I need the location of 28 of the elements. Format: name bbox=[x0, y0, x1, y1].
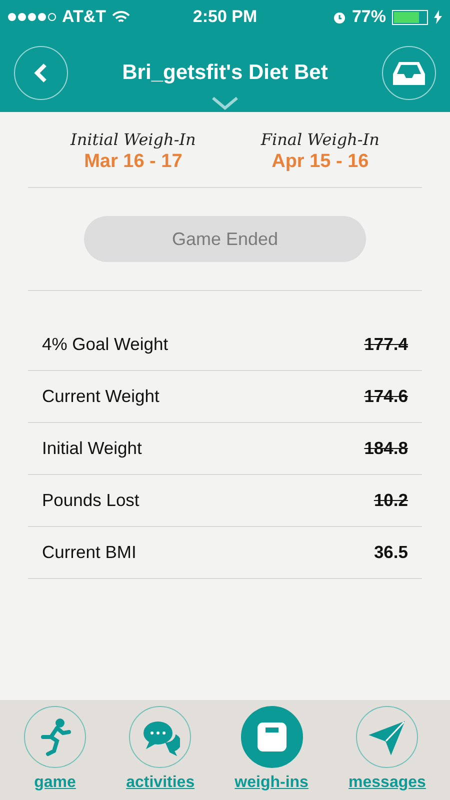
stat-label: 4% Goal Weight bbox=[42, 334, 168, 355]
screen-title: Bri_getsfit's Diet Bet bbox=[122, 61, 328, 85]
stat-label: Current BMI bbox=[42, 542, 136, 563]
carrier: AT&T bbox=[62, 7, 106, 27]
stat-value: 36.5 bbox=[374, 542, 408, 563]
stat-value: 177.4 bbox=[364, 334, 408, 355]
stat-value: 184.8 bbox=[364, 438, 408, 459]
inbox-button[interactable] bbox=[382, 46, 436, 100]
signal-icon bbox=[8, 13, 56, 21]
chevron-down-icon bbox=[211, 96, 239, 110]
weigh-in-dates: Mar 16 - 17 bbox=[84, 151, 182, 173]
alarm-icon bbox=[332, 10, 346, 24]
weigh-in-label: Initial Weigh-In bbox=[70, 130, 196, 149]
stat-value: 10.2 bbox=[374, 490, 408, 511]
charging-icon bbox=[434, 10, 442, 24]
back-button[interactable] bbox=[14, 46, 68, 100]
clock: 2:50 PM bbox=[192, 7, 258, 27]
battery-icon bbox=[392, 10, 428, 24]
weigh-in-dates: Apr 15 - 16 bbox=[272, 151, 369, 173]
inbox-icon bbox=[393, 61, 425, 85]
stat-label: Initial Weight bbox=[42, 438, 142, 459]
battery-percentage: 77% bbox=[352, 7, 386, 27]
stat-label: Current Weight bbox=[42, 386, 160, 407]
stat-label: Pounds Lost bbox=[42, 490, 140, 511]
stat-value: 174.6 bbox=[364, 386, 408, 407]
back-icon bbox=[33, 63, 49, 83]
wifi-icon bbox=[112, 10, 130, 24]
weigh-in-label: Final Weigh-In bbox=[260, 130, 380, 149]
